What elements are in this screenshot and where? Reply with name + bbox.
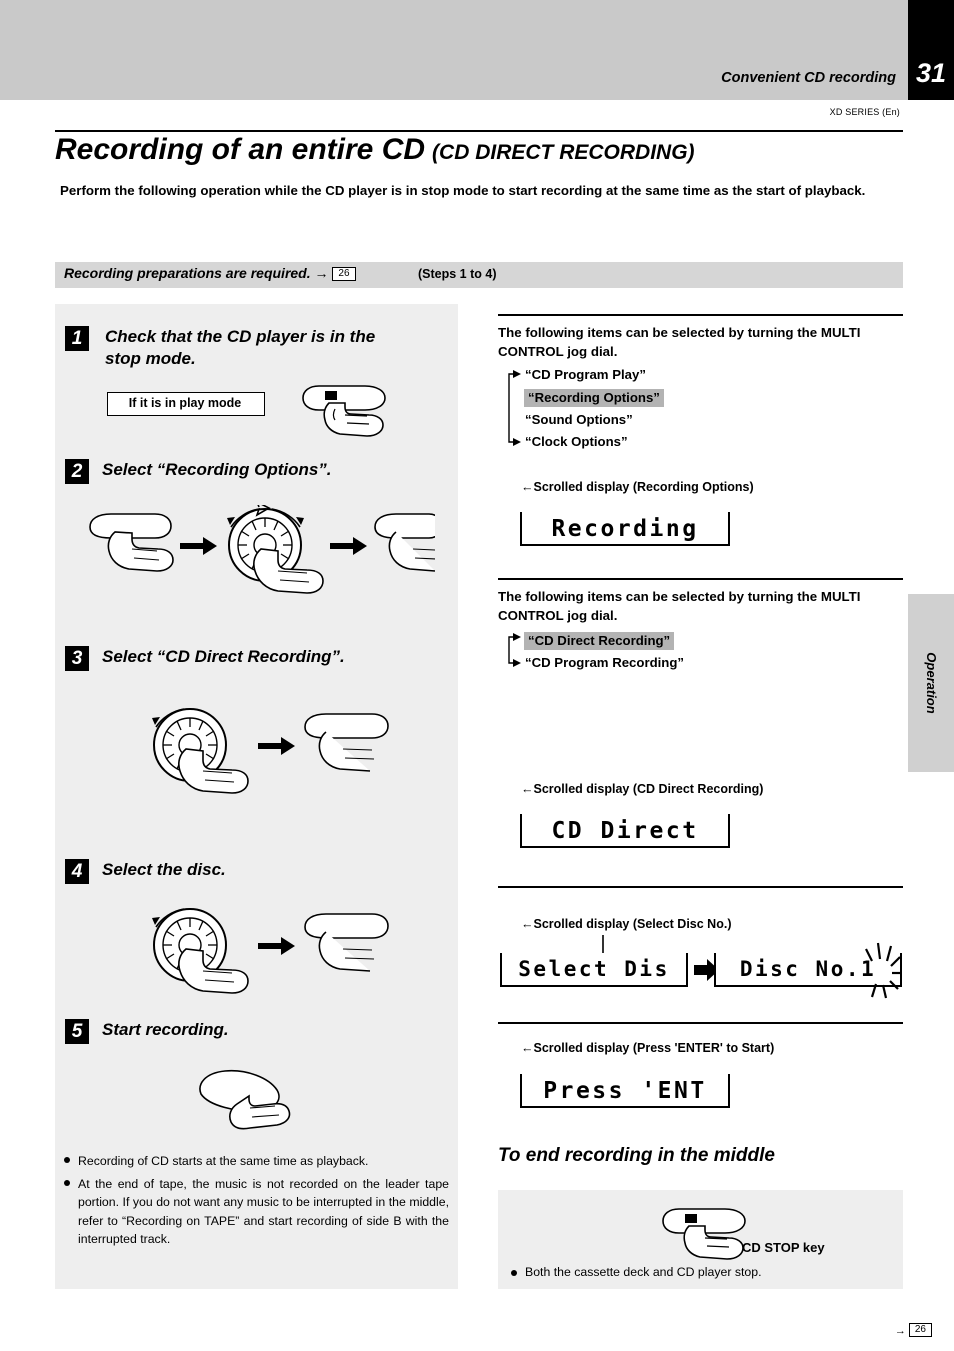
block2-scrolled-caption: ←Scrolled display (CD Direct Recording): [521, 782, 764, 796]
display-cursor-marker: [602, 935, 604, 953]
page-number-box: 31: [908, 0, 954, 100]
end-section-note: Both the cassette deck and CD player sto…: [511, 1265, 905, 1279]
play-mode-callout-label: If it is in play mode: [128, 396, 242, 410]
block1-heading: The following items can be selected by t…: [498, 325, 861, 359]
prep-label: Recording preparations are required. → 2…: [64, 265, 356, 283]
block1-scrolled-caption: ←Scrolled display (Recording Options): [521, 480, 754, 494]
page-title-sub: (CD DIRECT RECORDING): [432, 141, 695, 164]
prep-label-text: Recording preparations are required.: [64, 265, 311, 281]
side-tab-label: Operation: [924, 652, 939, 714]
step-1-title: Check that the CD player is in the stop m…: [105, 327, 376, 368]
prep-steps: (Steps 1 to 4): [418, 267, 497, 281]
right-divider-2: [498, 578, 903, 580]
step-4-number: 4: [65, 859, 89, 884]
bullet-dot: [64, 1179, 70, 1186]
bullet-dot: [64, 1157, 70, 1163]
step-5-title: Start recording.: [102, 1020, 229, 1039]
block1-item-3[interactable]: “Clock Options”: [525, 434, 628, 449]
right-divider-3: [498, 886, 903, 888]
blinking-indicator: [865, 942, 902, 999]
right-divider-4: [498, 1022, 903, 1024]
left-ref-page: 26: [908, 1323, 932, 1337]
left-page-reference: → 26: [894, 1323, 932, 1339]
jog-dial-operation-illustration-step3: [152, 708, 389, 794]
prep-arrow: →: [314, 265, 329, 281]
jog-dial-operation-illustration-step2: [89, 505, 435, 594]
hand-press-enter-illustration: [199, 1069, 291, 1130]
page-number: 31: [915, 58, 947, 88]
step-5-number: 5: [65, 1019, 89, 1044]
left-notes-list: Recording of CD starts at the same time …: [64, 1152, 449, 1253]
right-divider-1: [498, 314, 903, 316]
display-press-enter-text: Press 'ENT: [543, 1078, 707, 1104]
intro-text: Perform the following operation while th…: [60, 183, 866, 198]
block2-heading: The following items can be selected by t…: [498, 589, 861, 623]
title-divider: [55, 130, 903, 132]
cd-stop-key-illustration: [662, 1208, 746, 1260]
page-title: Recording of an entire CD (CD DIRECT RECO…: [55, 133, 915, 167]
end-section-title: To end recording in the middle: [498, 1145, 775, 1166]
display-cd-direct-text: CD Direct: [551, 818, 699, 844]
block1-item-1[interactable]: “Recording Options”: [524, 389, 664, 407]
list-item: Recording of CD starts at the same time …: [64, 1152, 449, 1171]
prep-page-ref: 26: [332, 267, 356, 281]
jog-dial-operation-illustration-step4: [152, 908, 389, 994]
block2-item-0[interactable]: “CD Direct Recording”: [524, 632, 675, 650]
end-note-text: Both the cassette deck and CD player sto…: [525, 1265, 762, 1279]
left-note-2: At the end of tape, the music is not rec…: [78, 1176, 449, 1247]
block1-bracket: [508, 370, 521, 446]
step-3-title: Select “CD Direct Recording”.: [102, 647, 345, 666]
step-1-number: 1: [65, 326, 89, 351]
step-2-number: 2: [65, 459, 89, 484]
display-select-disc-text: Select Dis: [518, 957, 670, 981]
block4-scrolled-caption: ←Scrolled display (Press 'ENTER' to Star…: [521, 1041, 775, 1055]
series-label: XD SERIES (En): [829, 107, 900, 117]
display-cd-direct: CD Direct: [520, 814, 730, 848]
step-3-number: 3: [65, 646, 89, 671]
list-item: At the end of tape, the music is not rec…: [64, 1175, 449, 1249]
display-recording: Recording: [520, 512, 730, 546]
step-2-title: Select “Recording Options”.: [102, 460, 332, 479]
step-4-title: Select the disc.: [102, 860, 226, 879]
block1-item-2[interactable]: “Sound Options”: [525, 412, 633, 427]
block2-item-1[interactable]: “CD Program Recording”: [525, 655, 684, 670]
left-ref-arrow: →: [894, 1325, 906, 1337]
cd-stop-key-label: CD STOP key: [742, 1240, 825, 1255]
page-title-main: Recording of an entire CD: [55, 133, 426, 166]
running-title: Convenient CD recording: [721, 70, 896, 86]
display-recording-text: Recording: [551, 516, 699, 542]
hand-pressing-stop-key-illustration: [302, 385, 386, 437]
bullet-dot: [511, 1270, 517, 1276]
block1-item-0[interactable]: “CD Program Play”: [525, 367, 646, 382]
left-note-1: Recording of CD starts at the same time …: [78, 1154, 369, 1168]
display-press-enter: Press 'ENT: [520, 1074, 730, 1108]
display-select-disc: Select Dis: [500, 953, 688, 987]
block2-bracket: [508, 633, 521, 667]
block3-scrolled-caption: ←Scrolled display (Select Disc No.): [521, 917, 732, 931]
